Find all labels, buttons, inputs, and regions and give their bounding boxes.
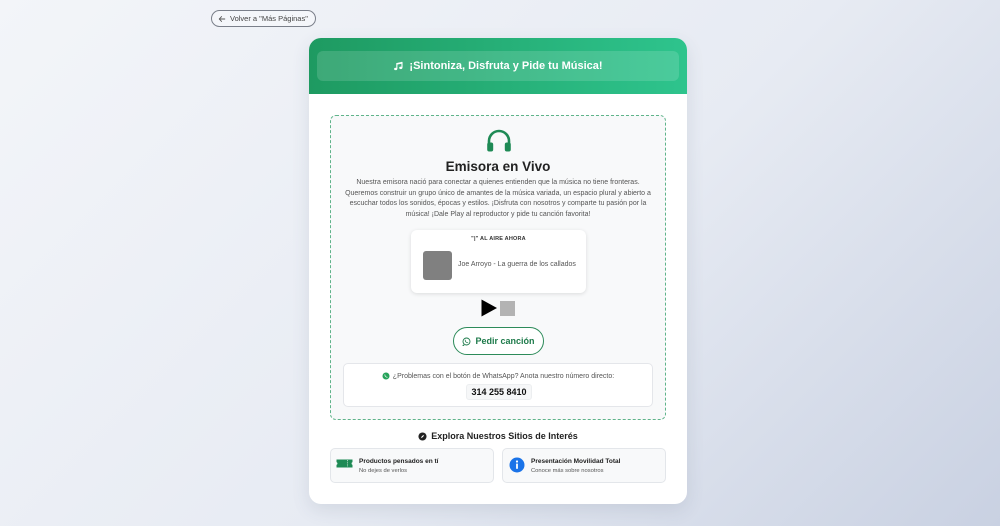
info-icon — [509, 457, 525, 473]
back-button-label: Volver a "Más Páginas" — [230, 14, 308, 23]
site-card-products[interactable]: Productos pensados en tí No dejes de ver… — [330, 448, 494, 483]
play-icon[interactable] — [480, 299, 498, 317]
site-card-subtitle: No dejes de verlos — [359, 468, 408, 474]
whatsapp-icon — [462, 337, 471, 346]
main-card: ¡Sintoniza, Disfruta y Pide tu Música! E… — [309, 38, 687, 504]
whatsapp-icon — [382, 372, 390, 380]
station-description: Nuestra emisora nació para conectar a qu… — [345, 179, 651, 219]
whatsapp-help-row: ¿Problemas con el botón de WhatsApp? Ano… — [344, 372, 652, 380]
site-card-title: Presentación Movilidad Total — [531, 458, 621, 465]
explore-heading: Explora Nuestros Sitios de Interés — [309, 431, 687, 441]
compass-icon — [418, 431, 427, 441]
back-button[interactable]: Volver a "Más Páginas" — [211, 10, 316, 27]
site-card-title: Productos pensados en tí — [359, 458, 439, 465]
arrow-left-icon — [218, 15, 226, 22]
whatsapp-help-text: ¿Problemas con el botón de WhatsApp? Ano… — [392, 372, 615, 380]
request-song-button[interactable]: Pedir canción — [453, 327, 544, 355]
now-playing-card: "|" AL AIRE AHORA Joe Arroyo - La guerra… — [411, 230, 586, 293]
ticket-icon — [336, 459, 353, 468]
whatsapp-help-box: ¿Problemas con el botón de WhatsApp? Ano… — [343, 363, 653, 407]
music-note-icon — [394, 61, 403, 70]
site-card-subtitle: Conoce más sobre nosotros — [531, 468, 604, 474]
now-playing-label: "|" AL AIRE AHORA — [471, 236, 526, 242]
phone-number: 314 255 8410 — [466, 384, 532, 400]
stop-icon[interactable] — [500, 300, 515, 316]
headphones-icon — [487, 129, 511, 152]
live-station-panel: Emisora en Vivo Nuestra emisora nació pa… — [330, 115, 666, 420]
request-song-label: Pedir canción — [475, 336, 535, 346]
card-header: ¡Sintoniza, Disfruta y Pide tu Música! — [309, 38, 687, 94]
site-card-presentation[interactable]: Presentación Movilidad Total Conoce más … — [502, 448, 666, 483]
audio-player — [480, 299, 515, 317]
station-title: Emisora en Vivo — [445, 159, 551, 174]
explore-title: Explora Nuestros Sitios de Interés — [431, 431, 578, 441]
page-title: ¡Sintoniza, Disfruta y Pide tu Música! — [409, 60, 603, 72]
album-cover — [423, 251, 452, 280]
header-banner: ¡Sintoniza, Disfruta y Pide tu Música! — [317, 51, 679, 81]
now-playing-track: Joe Arroyo - La guerra de los callados — [458, 261, 576, 268]
